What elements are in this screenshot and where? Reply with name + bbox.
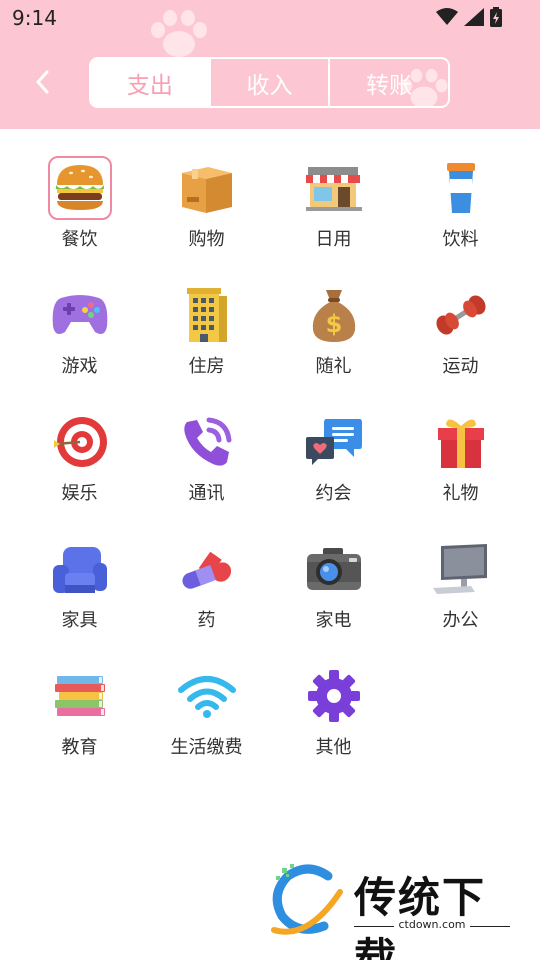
watermark-line-right bbox=[470, 926, 510, 927]
category-label: 饮料 bbox=[442, 229, 479, 250]
watermark-title: 传统下载 bbox=[354, 873, 487, 960]
category-label: 约会 bbox=[315, 483, 352, 504]
tab-expense[interactable]: 支出 bbox=[91, 59, 211, 106]
category-label: 日用 bbox=[315, 229, 352, 250]
category-label: 购物 bbox=[188, 229, 225, 250]
target-icon bbox=[48, 410, 112, 474]
monitor-icon bbox=[429, 537, 493, 601]
box-icon bbox=[175, 156, 239, 220]
category-item-utilities[interactable]: 生活缴费 bbox=[143, 664, 270, 791]
category-item-housing[interactable]: 住房 bbox=[143, 283, 270, 410]
category-item-furniture[interactable]: 家具 bbox=[16, 537, 143, 664]
status-time: 9:14 bbox=[12, 6, 57, 30]
gear-icon bbox=[302, 664, 366, 728]
camera-icon bbox=[302, 537, 366, 601]
category-item-communication[interactable]: 通讯 bbox=[143, 410, 270, 537]
category-label: 随礼 bbox=[315, 356, 352, 377]
category-item-shopping[interactable]: 购物 bbox=[143, 156, 270, 283]
category-label: 礼物 bbox=[442, 483, 479, 504]
category-item-dating[interactable]: 约会 bbox=[270, 410, 397, 537]
dumbbell-icon bbox=[429, 283, 493, 347]
category-item-daily[interactable]: 日用 bbox=[270, 156, 397, 283]
category-item-dining[interactable]: 餐饮 bbox=[16, 156, 143, 283]
category-item-other[interactable]: 其他 bbox=[270, 664, 397, 791]
category-item-games[interactable]: 游戏 bbox=[16, 283, 143, 410]
category-label: 家电 bbox=[315, 610, 352, 631]
tab-transfer[interactable]: 转账 bbox=[330, 59, 448, 106]
category-label: 住房 bbox=[188, 356, 225, 377]
category-item-gifts[interactable]: 礼物 bbox=[397, 410, 524, 537]
store-icon bbox=[302, 156, 366, 220]
category-grid: 餐饮 购物 日用 饮料 游戏 住房 $ 随礼 运动 娱乐 通讯 约会 礼物 家具… bbox=[16, 156, 524, 791]
category-label: 办公 bbox=[442, 610, 479, 631]
back-button[interactable] bbox=[26, 66, 58, 98]
watermark-logo-icon bbox=[271, 864, 343, 935]
watermark-url: ctdown.com bbox=[398, 918, 466, 931]
svg-text:$: $ bbox=[325, 310, 342, 338]
battery-icon bbox=[490, 7, 502, 27]
burger-icon bbox=[47, 156, 112, 220]
phone-icon bbox=[175, 410, 239, 474]
category-label: 生活缴费 bbox=[170, 737, 243, 758]
chat-icon bbox=[302, 410, 366, 474]
category-item-drinks[interactable]: 饮料 bbox=[397, 156, 524, 283]
money-bag-icon: $ bbox=[302, 283, 366, 347]
category-label: 其他 bbox=[315, 737, 352, 758]
books-icon bbox=[48, 664, 112, 728]
category-item-gift-money[interactable]: $ 随礼 bbox=[270, 283, 397, 410]
chevron-left-icon bbox=[36, 70, 49, 94]
watermark: 传统下载 ctdown.com bbox=[268, 862, 518, 960]
wifi-status-icon bbox=[436, 8, 458, 25]
header: 9:14 支出 收入 转账 bbox=[0, 0, 540, 129]
category-item-entertainment[interactable]: 娱乐 bbox=[16, 410, 143, 537]
category-item-sports[interactable]: 运动 bbox=[397, 283, 524, 410]
category-label: 药 bbox=[197, 610, 216, 631]
cup-icon bbox=[429, 156, 493, 220]
category-item-education[interactable]: 教育 bbox=[16, 664, 143, 791]
category-label: 游戏 bbox=[61, 356, 98, 377]
pill-icon bbox=[175, 537, 239, 601]
tab-income[interactable]: 收入 bbox=[211, 59, 331, 106]
category-label: 娱乐 bbox=[61, 483, 98, 504]
gift-icon bbox=[429, 410, 493, 474]
armchair-icon bbox=[48, 537, 112, 601]
category-item-medicine[interactable]: 药 bbox=[143, 537, 270, 664]
paw-decoration-icon bbox=[151, 10, 207, 57]
status-icons bbox=[436, 7, 502, 27]
category-label: 家具 bbox=[61, 610, 98, 631]
category-label: 通讯 bbox=[188, 483, 225, 504]
status-bar: 9:14 bbox=[0, 0, 540, 36]
category-item-appliances[interactable]: 家电 bbox=[270, 537, 397, 664]
category-label: 餐饮 bbox=[61, 229, 98, 250]
gamepad-icon bbox=[48, 283, 112, 347]
type-tabs: 支出 收入 转账 bbox=[89, 57, 450, 108]
wifi-icon bbox=[175, 664, 239, 728]
building-icon bbox=[175, 283, 239, 347]
category-item-office[interactable]: 办公 bbox=[397, 537, 524, 664]
signal-icon bbox=[464, 8, 484, 26]
category-label: 教育 bbox=[61, 737, 98, 758]
category-label: 运动 bbox=[442, 356, 479, 377]
